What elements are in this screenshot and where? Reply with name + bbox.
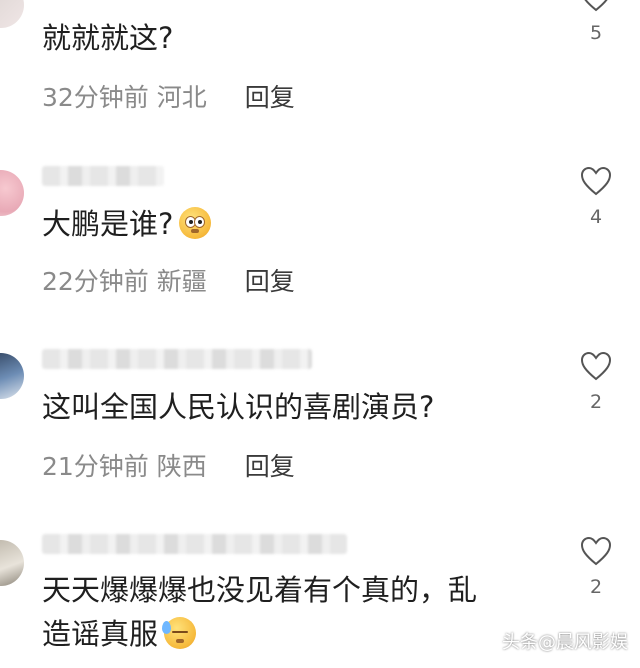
comment-meta: 21分钟前 陕西 回复 bbox=[42, 447, 295, 483]
avatar[interactable] bbox=[0, 0, 24, 28]
like-button[interactable]: 2 bbox=[578, 351, 614, 413]
comment-time: 22分钟前 bbox=[42, 267, 149, 296]
sweat-face-icon bbox=[162, 617, 197, 649]
comment-time: 32分钟前 bbox=[42, 83, 149, 112]
like-button[interactable]: 4 bbox=[578, 166, 614, 228]
comment-text-line: 天天爆爆爆也没见着有个真的，乱 bbox=[42, 573, 478, 607]
comment-text-line: 造谣真服 bbox=[42, 612, 550, 656]
avatar[interactable] bbox=[0, 540, 24, 586]
flushed-face-icon bbox=[179, 207, 212, 239]
comment-text-content: 大鹏是谁? bbox=[42, 207, 174, 241]
comment-text: 大鹏是谁? bbox=[42, 202, 560, 246]
username-blurred[interactable] bbox=[42, 534, 347, 554]
like-count: 2 bbox=[589, 576, 603, 598]
comment-text: 天天爆爆爆也没见着有个真的，乱 造谣真服 bbox=[42, 568, 550, 656]
comment-text: 这叫全国人民认识的喜剧演员? bbox=[42, 390, 435, 424]
heart-outline-icon bbox=[584, 0, 608, 12]
comment-location: 河北 bbox=[156, 83, 207, 112]
reply-button[interactable]: 回复 bbox=[245, 83, 295, 112]
avatar[interactable] bbox=[0, 353, 24, 399]
reply-button[interactable]: 回复 bbox=[245, 267, 295, 296]
heart-outline-icon bbox=[580, 166, 612, 196]
reply-button[interactable]: 回复 bbox=[245, 452, 295, 481]
comment-location: 陕西 bbox=[156, 452, 207, 481]
like-count: 5 bbox=[589, 22, 603, 44]
comment-meta: 32分钟前 河北 回复 bbox=[42, 78, 295, 114]
username-blurred[interactable] bbox=[42, 166, 164, 186]
watermark: 头条@晨风影娱 bbox=[502, 632, 628, 653]
comment-text: 就就就这? bbox=[42, 21, 174, 55]
heart-outline-icon bbox=[580, 351, 612, 381]
like-button[interactable]: 2 bbox=[578, 536, 614, 598]
like-count: 4 bbox=[589, 206, 603, 228]
comment-time: 21分钟前 bbox=[42, 452, 149, 481]
avatar[interactable] bbox=[0, 170, 24, 216]
heart-outline-icon bbox=[580, 536, 612, 566]
comment-location: 新疆 bbox=[156, 267, 207, 296]
comment-meta: 22分钟前 新疆 回复 bbox=[42, 262, 295, 298]
username-blurred[interactable] bbox=[42, 349, 312, 369]
like-button[interactable]: 5 bbox=[578, 0, 614, 44]
like-count: 2 bbox=[589, 391, 603, 413]
